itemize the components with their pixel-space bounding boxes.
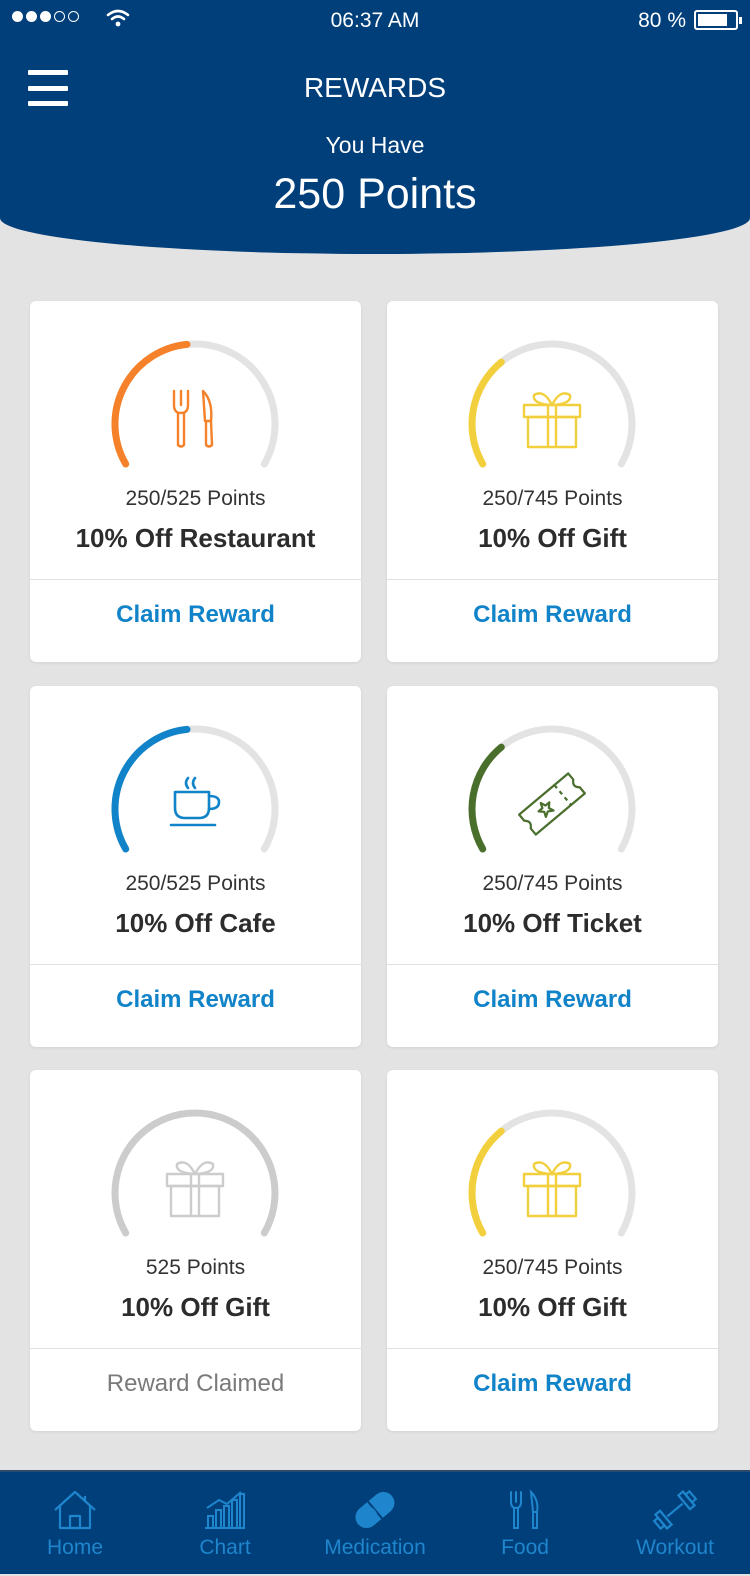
reward-card: 525 Points 10% Off Gift Reward Claimed [30, 1070, 361, 1431]
coffee-cup-icon [169, 776, 221, 827]
ticket-icon [518, 772, 586, 836]
gift-icon [522, 1161, 582, 1218]
progress-gauge [462, 334, 642, 484]
claim-reward-button[interactable]: Claim Reward [30, 601, 361, 629]
nav-item-chart[interactable]: Chart [150, 1472, 300, 1576]
nav-item-food[interactable]: Food [450, 1472, 600, 1576]
reward-card: 250/745 Points 10% Off Gift Claim Reward [387, 1070, 718, 1431]
nav-label: Workout [636, 1536, 714, 1559]
reward-name: 10% Off Ticket [463, 908, 642, 938]
nav-item-medication[interactable]: Medication [300, 1472, 450, 1576]
divider [387, 579, 718, 580]
claim-reward-button[interactable]: Claim Reward [387, 986, 718, 1014]
pill-icon [355, 1491, 395, 1529]
reward-card: 250/745 Points 10% Off Ticket Claim Rewa… [387, 686, 718, 1047]
page-title: REWARDS [303, 72, 447, 103]
reward-card: 250/525 Points 10% Off Cafe Claim Reward [30, 686, 361, 1047]
claim-reward-button[interactable]: Claim Reward [387, 601, 718, 629]
home-icon [54, 1490, 96, 1530]
gift-icon [522, 392, 582, 449]
nav-label: Home [46, 1536, 104, 1559]
points-total: 250 Points [273, 170, 477, 218]
claim-reward-button[interactable]: Claim Reward [387, 1370, 718, 1398]
reward-points: 250/745 Points [482, 487, 623, 510]
battery-percent: 80 % [638, 9, 686, 32]
reward-points: 250/525 Points [125, 872, 266, 895]
divider [387, 1348, 718, 1349]
reward-card: 250/745 Points 10% Off Gift Claim Reward [387, 301, 718, 662]
nav-label: Chart [199, 1536, 251, 1559]
progress-gauge [105, 719, 285, 869]
progress-gauge [105, 334, 285, 484]
status-bar: 06:37 AM 80 % [0, 0, 750, 42]
progress-gauge [462, 1103, 642, 1253]
divider [30, 1348, 361, 1349]
reward-name: 10% Off Gift [478, 1292, 627, 1322]
points-caption: You Have [325, 132, 425, 158]
bottom-nav: Home Chart Medication Food Workout [0, 1470, 750, 1574]
nav-label: Medication [324, 1536, 426, 1559]
fork-knife-icon [510, 1489, 539, 1529]
battery-icon [694, 10, 742, 30]
reward-name: 10% Off Gift [478, 523, 627, 553]
reward-points: 250/745 Points [482, 1256, 623, 1279]
claim-reward-button[interactable]: Claim Reward [30, 986, 361, 1014]
chart-icon [205, 1491, 245, 1529]
nav-label: Food [501, 1536, 549, 1559]
divider [387, 964, 718, 965]
dumbbell-icon [652, 1489, 698, 1531]
nav-item-workout[interactable]: Workout [600, 1472, 750, 1576]
nav-item-home[interactable]: Home [0, 1472, 150, 1576]
header: 06:37 AM 80 % REWARDS You Have 250 Point… [0, 0, 750, 254]
reward-card: 250/525 Points 10% Off Restaurant Claim … [30, 301, 361, 662]
reward-points: 250/745 Points [482, 872, 623, 895]
reward-points: 525 Points [145, 1256, 246, 1279]
reward-name: 10% Off Cafe [115, 908, 276, 938]
fork-knife-icon [172, 389, 214, 448]
reward-claimed-label: Reward Claimed [106, 1370, 285, 1397]
progress-gauge [462, 719, 642, 869]
reward-name: 10% Off Gift [121, 1292, 270, 1322]
divider [30, 579, 361, 580]
divider [30, 964, 361, 965]
progress-gauge [105, 1103, 285, 1253]
reward-points: 250/525 Points [125, 487, 266, 510]
reward-name: 10% Off Restaurant [75, 523, 316, 553]
gift-icon [165, 1161, 225, 1218]
